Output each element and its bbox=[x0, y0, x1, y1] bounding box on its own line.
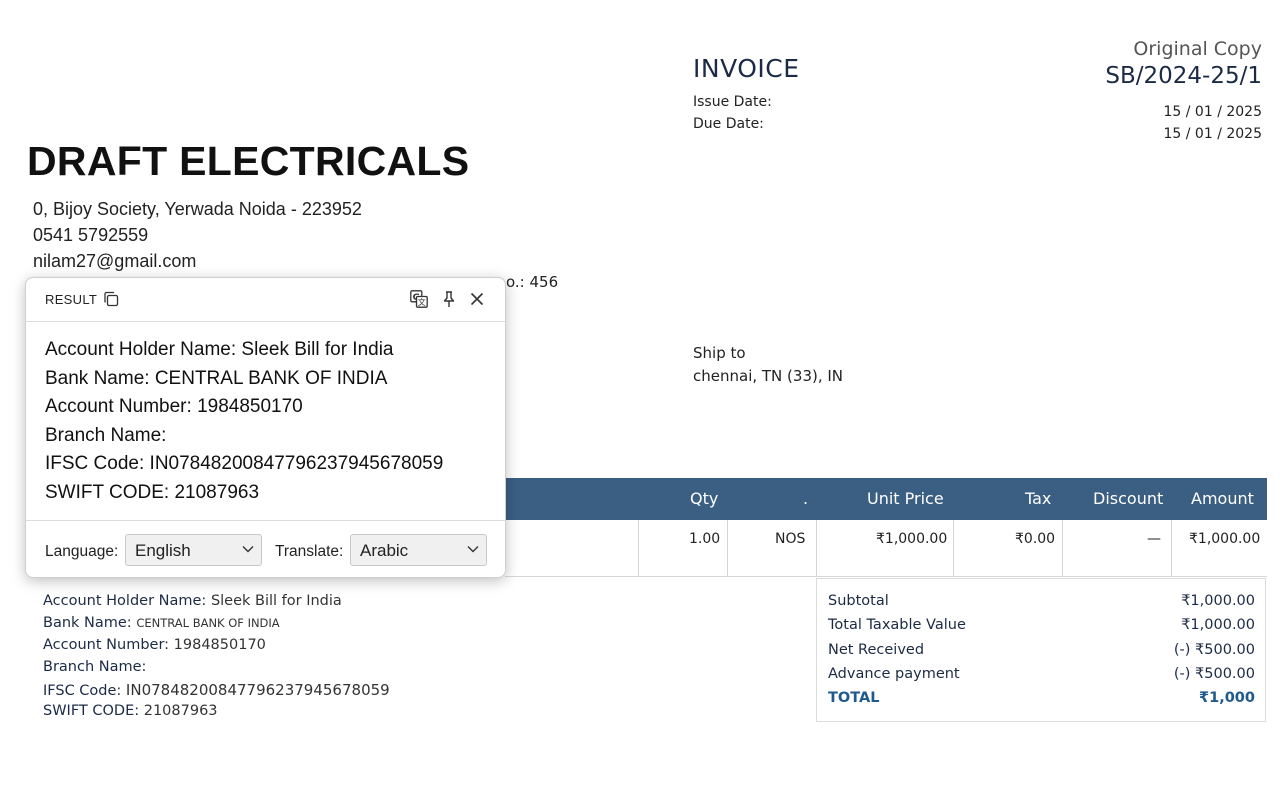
result-line: Bank Name: CENTRAL BANK OF INDIA bbox=[45, 367, 388, 389]
bank-name: Bank Name: CENTRAL BANK OF INDIA bbox=[43, 615, 280, 631]
company-email: nilam27@gmail.com bbox=[33, 251, 197, 271]
table-row: 1.00 NOS ₹1,000.00 ₹0.00 — ₹1,000.00 bbox=[505, 520, 1267, 577]
bank-swift-value: 21087963 bbox=[143, 703, 218, 719]
column-divider bbox=[1062, 520, 1063, 576]
taxable-value: ₹1,000.00 bbox=[1181, 617, 1255, 633]
total-value: ₹1,000 bbox=[1199, 690, 1255, 706]
close-icon[interactable] bbox=[468, 290, 486, 308]
bank-name-value: CENTRAL BANK OF INDIA bbox=[136, 616, 280, 630]
company-name: DRAFT ELECTRICALS bbox=[27, 138, 470, 184]
totals-box: Subtotal ₹1,000.00 Total Taxable Value ₹… bbox=[816, 578, 1266, 722]
subtotal-label: Subtotal bbox=[828, 593, 889, 609]
bank-swift: SWIFT CODE: 21087963 bbox=[43, 703, 218, 719]
header-amount: Amount bbox=[1191, 489, 1254, 508]
net-received-value: (-) ₹500.00 bbox=[1173, 642, 1255, 658]
bank-ifsc-value: IN07848200847796237945678059 bbox=[125, 681, 390, 699]
popup-header: RESULT G文 bbox=[26, 278, 505, 322]
column-divider bbox=[816, 520, 817, 576]
bank-account-label: Account Number: bbox=[43, 637, 170, 653]
header-qty: Qty bbox=[690, 489, 719, 508]
bank-swift-label: SWIFT CODE: bbox=[43, 703, 140, 719]
header-discount: Discount bbox=[1093, 489, 1164, 508]
cell-discount: — bbox=[1147, 531, 1161, 547]
column-divider bbox=[1171, 520, 1172, 576]
result-line: Branch Name: bbox=[45, 424, 167, 446]
advance-payment-value: (-) ₹500.00 bbox=[1173, 666, 1255, 682]
bank-name-label: Bank Name: bbox=[43, 615, 132, 631]
popup-result-text: Account Holder Name: Sleek Bill for Indi… bbox=[45, 336, 443, 508]
column-divider bbox=[638, 520, 639, 576]
chevron-down-icon bbox=[242, 546, 254, 553]
pin-icon[interactable] bbox=[440, 290, 458, 308]
chevron-down-icon bbox=[467, 546, 479, 553]
bank-holder-label: Account Holder Name: bbox=[43, 593, 207, 609]
cell-qty: 1.00 bbox=[689, 531, 721, 547]
svg-text:文: 文 bbox=[418, 297, 426, 307]
bank-branch-label: Branch Name: bbox=[43, 659, 147, 675]
bank-holder-value: Sleek Bill for India bbox=[210, 593, 342, 609]
popup-title: RESULT bbox=[45, 292, 98, 307]
due-date-label: Due Date: bbox=[693, 116, 764, 132]
result-line: Account Holder Name: Sleek Bill for Indi… bbox=[45, 339, 394, 360]
company-address: 0, Bijoy Society, Yerwada Noida - 223952 bbox=[33, 199, 362, 219]
invoice-title: INVOICE bbox=[693, 54, 800, 83]
invoice-number: SB/2024-25/1 bbox=[1105, 63, 1262, 89]
due-date-value: 15 / 01 / 2025 bbox=[1163, 126, 1263, 142]
column-divider bbox=[727, 520, 728, 576]
ship-to-label: Ship to bbox=[693, 344, 746, 362]
language-select-value: English bbox=[135, 541, 191, 560]
issue-date-label: Issue Date: bbox=[693, 94, 772, 110]
net-received-label: Net Received bbox=[828, 642, 925, 658]
bank-account-value: 1984850170 bbox=[173, 637, 266, 653]
result-line: Account Number: 1984850170 bbox=[45, 396, 303, 418]
bank-holder: Account Holder Name: Sleek Bill for Indi… bbox=[43, 593, 342, 609]
translate-select[interactable]: Arabic bbox=[350, 534, 487, 566]
copy-icon[interactable] bbox=[103, 291, 119, 307]
result-popup: RESULT G文 Account Holder Name: Sleek Bil… bbox=[25, 277, 506, 578]
bank-ifsc: IFSC Code: IN07848200847796237945678059 bbox=[43, 681, 390, 699]
partial-text: o.: 456 bbox=[506, 273, 559, 291]
result-line: IFSC Code: IN07848200847796237945678059 bbox=[45, 453, 444, 475]
column-divider bbox=[953, 520, 954, 576]
translate-icon[interactable]: G文 bbox=[410, 290, 428, 308]
subtotal-value: ₹1,000.00 bbox=[1181, 593, 1255, 609]
translate-select-value: Arabic bbox=[360, 541, 409, 560]
ship-to-value: chennai, TN (33), IN bbox=[693, 367, 844, 385]
translate-label: Translate: bbox=[275, 543, 344, 560]
items-table-header: Qty . Unit Price Tax Discount Amount bbox=[505, 478, 1267, 520]
advance-payment-label: Advance payment bbox=[828, 666, 960, 682]
bank-ifsc-label: IFSC Code: bbox=[43, 683, 122, 699]
language-label: Language: bbox=[45, 543, 119, 560]
bank-account: Account Number: 1984850170 bbox=[43, 637, 266, 653]
cell-unit-price: ₹1,000.00 bbox=[876, 531, 948, 547]
company-phone: 0541 5792559 bbox=[33, 225, 149, 245]
header-tax: Tax bbox=[1025, 489, 1052, 508]
taxable-label: Total Taxable Value bbox=[828, 617, 966, 633]
result-line: SWIFT CODE: 21087963 bbox=[45, 481, 260, 503]
issue-date-value: 15 / 01 / 2025 bbox=[1163, 104, 1263, 120]
language-select[interactable]: English bbox=[125, 534, 262, 566]
cell-tax: ₹0.00 bbox=[1015, 531, 1056, 547]
copy-label: Original Copy bbox=[1133, 38, 1262, 60]
cell-amount: ₹1,000.00 bbox=[1189, 531, 1261, 547]
cell-unit: NOS bbox=[775, 531, 806, 547]
header-unit-price: Unit Price bbox=[867, 489, 944, 508]
bank-branch: Branch Name: bbox=[43, 659, 146, 675]
header-unit: . bbox=[803, 489, 809, 508]
popup-footer: Language: English Translate: Arabic bbox=[26, 520, 505, 579]
total-label: TOTAL bbox=[828, 690, 880, 706]
